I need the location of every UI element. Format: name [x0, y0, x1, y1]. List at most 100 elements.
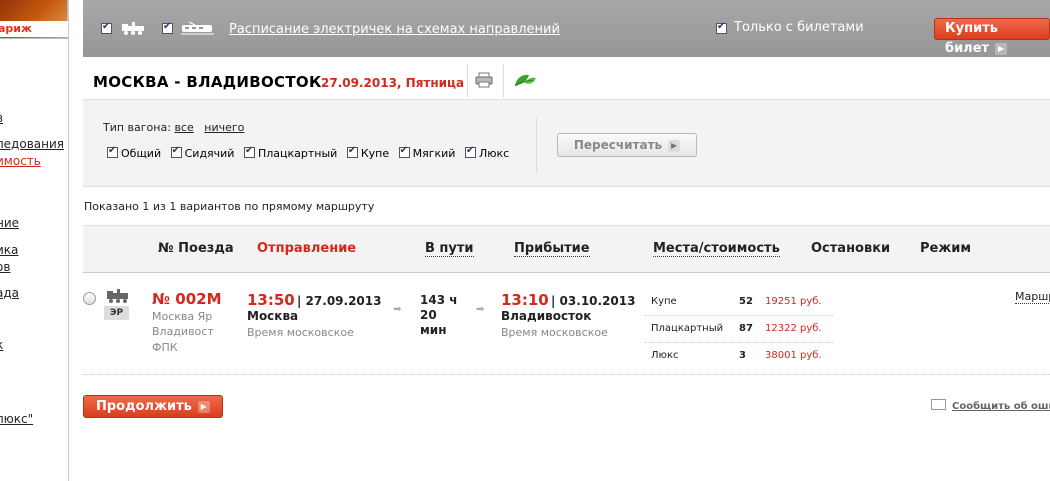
wagon-checkbox[interactable] — [170, 145, 182, 158]
sidebar-link[interactable]: люкс" — [0, 412, 33, 426]
page-title: МОСКВА - ВЛАДИВОСТОК — [93, 73, 322, 91]
seats-price-list: Купе 52 19251 руб. Плацкартный 87 12322 … — [645, 289, 833, 369]
buy-ticket-label: Купить билет — [945, 21, 998, 56]
wagon-type-list: Общий Сидячий Плацкартный Купе Мягкий Лю… — [107, 145, 515, 160]
duration-hours: 143 ч — [420, 293, 458, 307]
travel-duration: 143 ч 20 мин — [420, 293, 457, 338]
suburban-checkbox[interactable] — [162, 21, 173, 34]
report-error-link[interactable]: Сообщить об оши — [931, 399, 1050, 412]
col-duration[interactable]: В пути — [425, 241, 474, 257]
wagon-type-label: Тип вагона: все ничего — [103, 121, 244, 134]
buy-ticket-button[interactable]: Купить билет ▶ — [934, 18, 1050, 56]
seat-count: 52 — [739, 296, 753, 307]
arrival-time: 13:10 — [501, 291, 549, 309]
departure-time: 13:50 — [247, 291, 295, 309]
arrival-date: | 03.10.2013 — [551, 294, 636, 308]
recalculate-button[interactable]: Пересчитать ▶ — [557, 133, 697, 157]
print-icon[interactable] — [475, 72, 493, 88]
arrow-right-icon: ▶ — [668, 139, 681, 152]
mail-icon — [931, 399, 946, 410]
seat-class: Плацкартный — [651, 323, 724, 334]
train-route-to: Владивост — [152, 325, 214, 338]
col-stops: Остановки — [811, 241, 891, 256]
steam-train-icon — [122, 22, 144, 35]
col-departure[interactable]: Отправление — [257, 241, 356, 256]
duration-unit: мин — [420, 323, 447, 337]
continue-button[interactable]: Продолжить ▶ — [83, 395, 223, 418]
wagon-option-label: Сидячий — [184, 147, 235, 160]
seat-price: 12322 руб. — [765, 323, 822, 334]
departure-date: | 27.09.2013 — [297, 294, 382, 308]
wagon-option-label: Общий — [121, 147, 162, 160]
departure-timezone: Время московское — [247, 326, 354, 339]
sidebar-link[interactable]: ние — [0, 216, 19, 230]
sidebar-link[interactable]: ада — [0, 286, 19, 300]
seat-price: 38001 руб. — [765, 350, 822, 361]
wagon-checkbox[interactable] — [107, 145, 118, 158]
duration-minutes: 20 — [420, 308, 437, 322]
table-header: № Поезда Отправление В пути Прибытие Мес… — [83, 225, 1050, 273]
long-distance-checkbox[interactable] — [101, 21, 112, 34]
sidebar-link[interactable]: ледования — [0, 137, 64, 151]
wagon-option-lux[interactable]: Люкс — [464, 145, 510, 160]
col-train-number[interactable]: № Поезда — [158, 241, 234, 256]
wagon-option-kupe[interactable]: Купе — [346, 145, 390, 160]
wagon-type-caption: Тип вагона: — [103, 121, 171, 134]
arrival-city: Владивосток — [501, 309, 592, 323]
top-toolbar: Расписание электричек на схемах направле… — [83, 0, 1050, 57]
arrival-timezone: Время московское — [501, 326, 608, 339]
wagon-checkbox[interactable] — [398, 145, 410, 158]
train-route-from: Москва Яр — [152, 310, 213, 323]
eco-leaf-icon[interactable] — [513, 71, 537, 89]
col-arrival[interactable]: Прибытие — [514, 241, 590, 257]
only-with-tickets-checkbox[interactable] — [716, 21, 727, 34]
wagon-option-general[interactable]: Общий — [107, 145, 162, 160]
report-error-label: Сообщить об оши — [952, 401, 1050, 412]
logo-label[interactable]: ариж — [0, 21, 68, 37]
row-divider — [83, 374, 1050, 375]
col-seats-price[interactable]: Места/стоимость — [653, 241, 780, 257]
wagon-option-seated[interactable]: Сидячий — [170, 145, 235, 160]
seat-row[interactable]: Плацкартный 87 12322 руб. — [645, 316, 833, 343]
departure-city: Москва — [247, 309, 299, 323]
wagon-checkbox[interactable] — [464, 145, 476, 158]
select-none-link[interactable]: ничего — [204, 121, 244, 134]
seat-count: 3 — [739, 350, 746, 361]
sidebar-link-active[interactable]: имость — [0, 154, 41, 168]
seat-count: 87 — [739, 323, 753, 334]
arrow-right-icon: ➡ — [393, 304, 402, 315]
wagon-option-label: Люкс — [478, 147, 510, 160]
divider — [467, 64, 468, 98]
route-date: 27.09.2013, Пятница — [321, 76, 465, 90]
select-all-link[interactable]: все — [174, 121, 193, 134]
sidebar-link[interactable]: в — [0, 111, 3, 125]
wagon-filter-panel: Тип вагона: все ничего Общий Сидячий Пла… — [83, 99, 1050, 187]
arrow-right-icon: ➡ — [476, 304, 485, 315]
arrow-right-icon: ▶ — [197, 400, 210, 413]
wagon-option-label: Плацкартный — [257, 147, 338, 160]
only-with-tickets-label: Только с билетами — [734, 20, 864, 35]
wagon-option-soft[interactable]: Мягкий — [398, 145, 456, 160]
route-details-link[interactable]: Маршр — [1015, 290, 1050, 304]
seat-row[interactable]: Купе 52 19251 руб. — [645, 289, 833, 316]
sidebar-link[interactable]: ика — [0, 243, 18, 257]
wagon-checkbox[interactable] — [346, 145, 358, 158]
seat-class: Купе — [651, 296, 677, 307]
arrow-right-icon: ▶ — [995, 42, 1008, 55]
wagon-checkbox[interactable] — [243, 145, 255, 158]
sidebar-link[interactable]: ов — [0, 260, 10, 274]
wagon-option-platskart[interactable]: Плацкартный — [243, 145, 338, 160]
seat-row[interactable]: Люкс 3 38001 руб. — [645, 343, 833, 369]
train-select-radio[interactable] — [83, 292, 96, 305]
suburban-schedule-link[interactable]: Расписание электричек на схемах направле… — [229, 22, 560, 37]
seat-price: 19251 руб. — [765, 296, 822, 307]
electric-train-icon — [181, 21, 214, 35]
seat-class: Люкс — [651, 350, 679, 361]
train-number[interactable]: № 002М — [152, 290, 222, 308]
divider — [536, 118, 537, 173]
left-sidebar: ариж в ледования имость ние ика ов ада к… — [0, 0, 69, 481]
sidebar-link[interactable]: к — [0, 338, 3, 352]
wagon-option-label: Мягкий — [412, 147, 456, 160]
wagon-option-label: Купе — [360, 147, 390, 160]
electronic-registration-badge: ЭР — [104, 306, 129, 320]
